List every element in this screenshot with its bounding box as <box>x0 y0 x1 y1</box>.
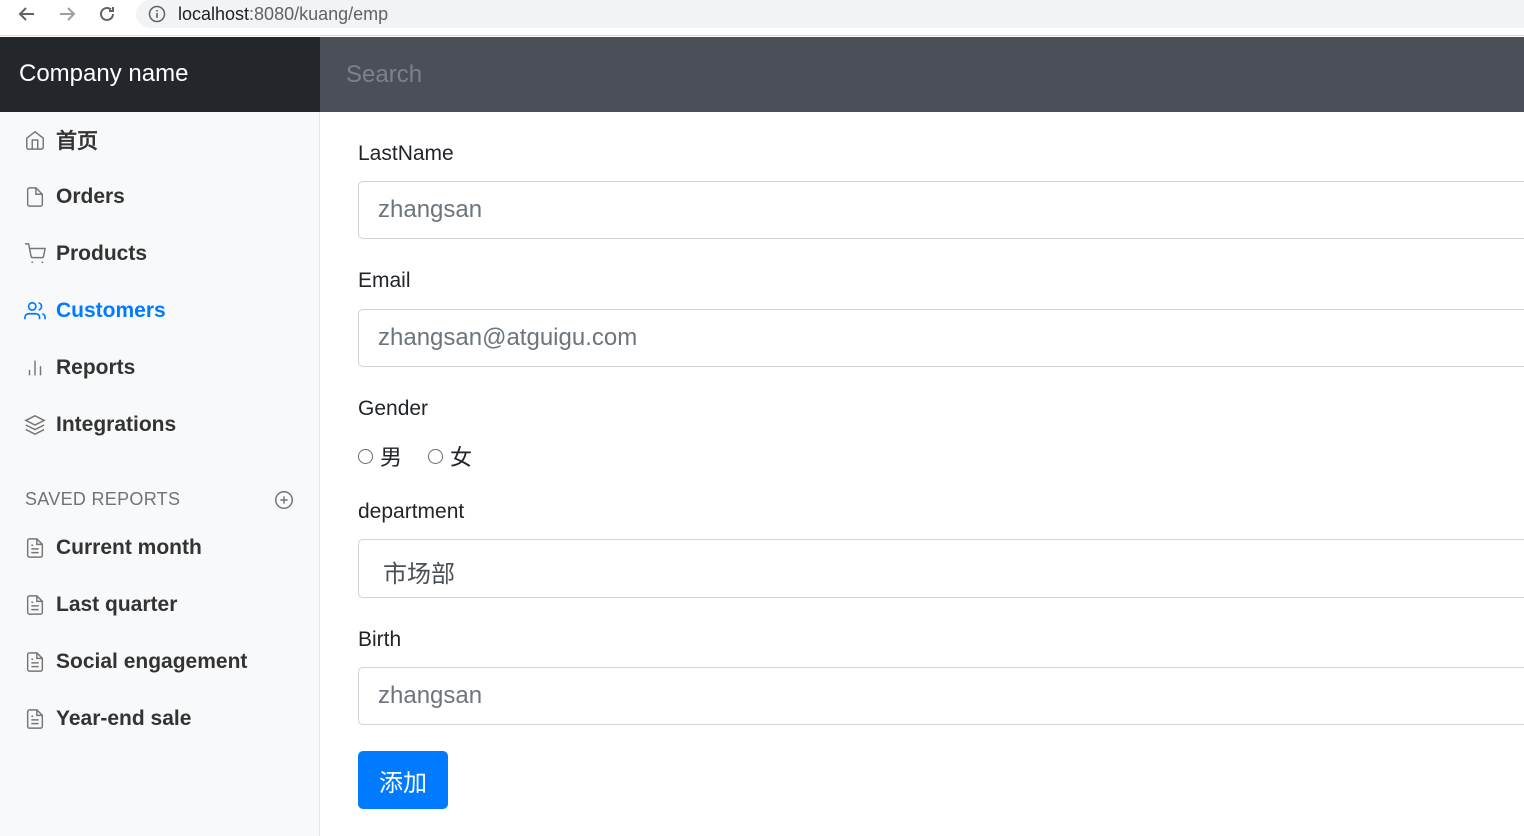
info-icon[interactable] <box>148 5 166 23</box>
sidebar-item-label: 首页 <box>56 130 98 153</box>
gender-option-male[interactable]: 男 <box>358 441 402 471</box>
file-text-icon <box>26 652 44 672</box>
sidebar-item-label: Integrations <box>56 413 177 436</box>
gender-option-label: 女 <box>450 445 473 470</box>
forward-button[interactable] <box>54 2 80 26</box>
sidebar: 首页 Orders Products Customers Reports Int… <box>0 112 320 836</box>
bar-chart-icon <box>28 360 42 376</box>
address-bar[interactable]: localhost:8080/kuang/emp <box>136 0 1524 28</box>
gender-option-female[interactable]: 女 <box>428 441 472 471</box>
saved-report-label: Year-end sale <box>56 707 192 730</box>
radio-button[interactable] <box>428 448 443 464</box>
department-label: department <box>358 500 465 523</box>
back-button[interactable] <box>14 2 40 26</box>
file-text-icon <box>26 709 44 729</box>
brand-link[interactable]: Company name <box>0 37 320 112</box>
gender-option-label: 男 <box>380 445 403 470</box>
sidebar-item-integrations[interactable]: Integrations <box>24 405 176 445</box>
plus-circle-icon[interactable] <box>273 489 295 511</box>
file-text-icon <box>26 538 44 558</box>
url-host: localhost <box>178 4 250 24</box>
top-navbar: Company name <box>0 37 1524 112</box>
reload-icon <box>100 6 114 21</box>
layers-icon <box>24 415 46 435</box>
file-icon <box>26 187 44 207</box>
saved-report-label: Current month <box>56 536 202 559</box>
birth-input[interactable] <box>358 667 1524 725</box>
shopping-cart-icon <box>24 243 46 264</box>
saved-report-label: Social engagement <box>56 650 248 673</box>
sidebar-item-products[interactable]: Products <box>24 234 147 274</box>
saved-report-current-month[interactable]: Current month <box>24 528 202 568</box>
lastname-input[interactable] <box>358 181 1524 239</box>
email-input[interactable] <box>358 309 1524 367</box>
url-path: :8080/kuang/emp <box>249 4 389 24</box>
radio-button[interactable] <box>358 448 373 464</box>
saved-report-label: Last quarter <box>56 593 178 616</box>
home-icon <box>26 130 44 150</box>
birth-label: Birth <box>358 628 402 651</box>
sidebar-item-label: Reports <box>56 356 136 379</box>
file-text-icon <box>26 595 44 615</box>
users-icon <box>24 301 46 320</box>
gender-label: Gender <box>358 397 429 420</box>
sidebar-item-label: Orders <box>56 185 125 208</box>
arrow-right-icon <box>60 7 76 21</box>
sidebar-item-label: Products <box>56 242 148 265</box>
reload-button[interactable] <box>94 2 120 26</box>
sidebar-item-reports[interactable]: Reports <box>24 348 135 388</box>
sidebar-item-home[interactable]: 首页 <box>24 120 98 160</box>
lastname-label: LastName <box>358 142 454 165</box>
saved-reports-heading: SAVED REPORTS <box>25 489 181 509</box>
sidebar-item-label: Customers <box>56 299 166 322</box>
arrow-left-icon <box>18 7 34 21</box>
saved-report-last-quarter[interactable]: Last quarter <box>24 585 177 625</box>
saved-report-year-end-sale[interactable]: Year-end sale <box>24 699 191 739</box>
sidebar-item-customers[interactable]: Customers <box>24 291 166 331</box>
url-text[interactable]: localhost:8080/kuang/emp <box>178 4 388 25</box>
sidebar-item-orders[interactable]: Orders <box>24 177 125 217</box>
email-label: Email <box>358 269 411 292</box>
saved-report-social-engagement[interactable]: Social engagement <box>24 642 247 682</box>
browser-toolbar: localhost:8080/kuang/emp <box>0 0 1524 36</box>
department-select[interactable]: 市场部 <box>358 539 1524 598</box>
add-button[interactable]: 添加 <box>358 751 448 809</box>
search-input[interactable] <box>320 37 1524 112</box>
